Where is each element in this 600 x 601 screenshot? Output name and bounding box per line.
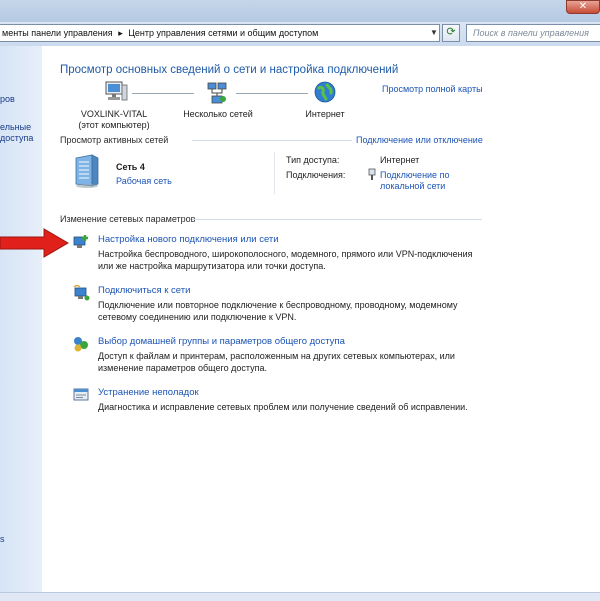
active-networks-label: Просмотр активных сетей xyxy=(60,135,169,145)
lan-connection-link-line2[interactable]: локальной сети xyxy=(380,181,445,191)
connections-label: Подключения: xyxy=(286,170,346,180)
address-bar: менты панели управления ▸ Центр управлен… xyxy=(0,22,600,46)
search-placeholder: Поиск в панели управления xyxy=(473,28,589,38)
task-description: Подключение или повторное подключение к … xyxy=(98,300,458,310)
task-description: сетевому соединению или подключение к VP… xyxy=(98,312,297,322)
internet-label: Интернет xyxy=(305,109,345,119)
setup-new-connection-link[interactable]: Настройка нового подключения или сети xyxy=(98,234,279,245)
connection-line xyxy=(132,93,194,94)
nav-link-fragment[interactable]: s xyxy=(0,534,5,544)
breadcrumb-item-control-panel[interactable]: менты панели управления xyxy=(2,28,113,38)
nav-link-fragment[interactable]: ров xyxy=(0,94,15,104)
homegroup-icon[interactable] xyxy=(72,335,90,353)
troubleshoot-icon[interactable] xyxy=(72,386,90,404)
connection-line xyxy=(236,93,308,94)
task-description: Диагностика и исправление сетевых пробле… xyxy=(98,402,468,412)
access-type-label: Тип доступа: xyxy=(286,155,340,165)
address-field[interactable]: менты панели управления ▸ Центр управлен… xyxy=(0,24,440,42)
breadcrumb-item-network-center[interactable]: Центр управления сетями и общим доступом xyxy=(128,28,318,38)
change-settings-label: Изменение сетевых параметров xyxy=(60,214,196,224)
full-map-link[interactable]: Просмотр полной карты xyxy=(382,84,483,94)
troubleshoot-link[interactable]: Устранение неполадок xyxy=(98,387,199,398)
connect-network-icon[interactable] xyxy=(72,284,90,302)
globe-icon[interactable] xyxy=(314,81,336,103)
close-button[interactable]: ✕ xyxy=(566,0,600,14)
lan-connection-link-line1[interactable]: Подключение по xyxy=(380,170,449,180)
network-name: Сеть 4 xyxy=(116,162,145,172)
vertical-divider xyxy=(274,152,275,194)
connect-to-network-link[interactable]: Подключиться к сети xyxy=(98,285,190,296)
task-description: изменение параметров общего доступа. xyxy=(98,363,267,373)
nav-link-fragment[interactable]: доступа xyxy=(0,133,33,143)
building-icon xyxy=(72,154,100,188)
network-type-link[interactable]: Рабочая сеть xyxy=(116,176,172,186)
page-title: Просмотр основных сведений о сети и наст… xyxy=(60,64,399,76)
access-type-value: Интернет xyxy=(380,155,420,165)
computer-name: VOXLINK-VITAL xyxy=(80,109,148,119)
breadcrumb: менты панели управления ▸ Центр управлен… xyxy=(2,28,318,39)
homegroup-sharing-link[interactable]: Выбор домашней группы и параметров общег… xyxy=(98,336,345,347)
main-content: Просмотр основных сведений о сети и наст… xyxy=(42,46,600,592)
network-icon[interactable] xyxy=(206,82,228,104)
computer-icon[interactable] xyxy=(104,81,128,103)
connect-disconnect-link[interactable]: Подключение или отключение xyxy=(356,135,483,145)
new-connection-icon[interactable] xyxy=(72,233,90,251)
breadcrumb-separator[interactable]: ▸ xyxy=(118,28,123,38)
section-divider xyxy=(192,140,352,141)
window-title-bar xyxy=(0,0,600,22)
ethernet-icon xyxy=(368,168,376,180)
refresh-icon: ⟳ xyxy=(446,26,456,38)
chevron-down-icon: ▼ xyxy=(430,28,438,37)
search-input[interactable]: Поиск в панели управления xyxy=(466,24,600,42)
task-description: Настройка беспроводного, широкополосного… xyxy=(98,249,473,259)
close-icon: ✕ xyxy=(578,1,588,12)
red-arrow-icon xyxy=(0,228,70,258)
task-description: Доступ к файлам и принтерам, расположенн… xyxy=(98,351,455,361)
computer-subtitle: (этот компьютер) xyxy=(78,120,150,130)
task-description: или же настройка маршрутизатора или точк… xyxy=(98,261,326,271)
networks-label: Несколько сетей xyxy=(183,109,253,119)
left-navigation-pane: ров ельные доступа s xyxy=(0,46,42,600)
refresh-button[interactable]: ⟳ xyxy=(442,24,460,42)
section-divider xyxy=(192,219,482,220)
address-dropdown-button[interactable]: ▼ xyxy=(428,24,440,42)
nav-link-fragment[interactable]: ельные xyxy=(0,122,31,132)
